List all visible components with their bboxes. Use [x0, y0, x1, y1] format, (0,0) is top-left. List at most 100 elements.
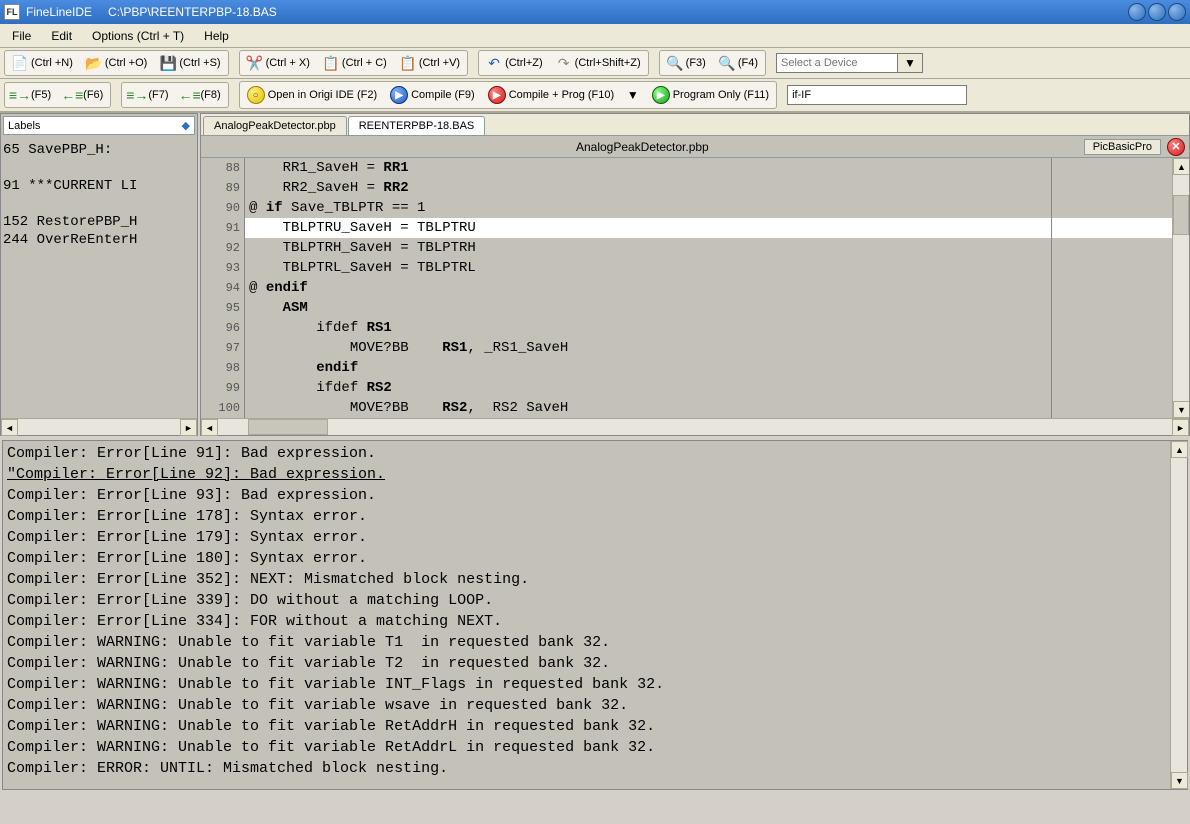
indent-right-f5[interactable]: ≡→(F5): [6, 84, 57, 106]
device-select[interactable]: ▼: [776, 53, 923, 73]
tab-analogpeak[interactable]: AnalogPeakDetector.pbp: [203, 116, 347, 135]
label-item[interactable]: 65 SavePBP_H:: [3, 141, 195, 159]
window-controls: [1128, 3, 1186, 21]
output-line[interactable]: Compiler: Error[Line 339]: DO without a …: [7, 590, 1166, 611]
code-line[interactable]: ASM: [245, 298, 1172, 318]
code-line[interactable]: TBLPTRU_SaveH = TBLPTRU: [245, 218, 1172, 238]
find-button[interactable]: 🔍(F3): [661, 52, 712, 74]
output-line[interactable]: "Compiler: Error[Line 92]: Bad expressio…: [7, 464, 1166, 485]
code-line[interactable]: TBLPTRH_SaveH = TBLPTRH: [245, 238, 1172, 258]
output-line[interactable]: Compiler: Error[Line 334]: FOR without a…: [7, 611, 1166, 632]
tab-reenterpbp[interactable]: REENTERPBP-18.BAS: [348, 116, 486, 135]
scroll-down-icon[interactable]: ▼: [1171, 772, 1188, 789]
menu-help[interactable]: Help: [196, 26, 237, 46]
code-line[interactable]: ifdef RS1: [245, 318, 1172, 338]
copy-button[interactable]: 📋(Ctrl + C): [317, 52, 393, 74]
paste-icon: 📋: [400, 55, 416, 71]
app-icon: FL: [4, 4, 20, 20]
label-item[interactable]: [3, 195, 195, 213]
open-button[interactable]: 📂(Ctrl +O): [80, 52, 153, 74]
label-item[interactable]: [3, 159, 195, 177]
editor-hscroll[interactable]: ◄ ►: [201, 418, 1189, 435]
uncomment-f8[interactable]: ←≡(F8): [176, 84, 227, 106]
output-body[interactable]: Compiler: Error[Line 91]: Bad expression…: [3, 441, 1170, 789]
code-line[interactable]: RR1_SaveH = RR1: [245, 158, 1172, 178]
editor-vscroll[interactable]: ▲ ▼: [1172, 158, 1189, 418]
scroll-up-icon[interactable]: ▲: [1171, 441, 1188, 458]
output-line[interactable]: Compiler: WARNING: Unable to fit variabl…: [7, 632, 1166, 653]
indent-left-f6[interactable]: ←≡(F6): [58, 84, 109, 106]
label-item[interactable]: 244 OverReEnterH: [3, 231, 195, 249]
output-line[interactable]: Compiler: Error[Line 93]: Bad expression…: [7, 485, 1166, 506]
maximize-button[interactable]: [1148, 3, 1166, 21]
scroll-left-icon[interactable]: ◄: [1, 419, 18, 436]
output-line[interactable]: Compiler: WARNING: Unable to fit variabl…: [7, 674, 1166, 695]
code-line[interactable]: @ if Save_TBLPTR == 1: [245, 198, 1172, 218]
app-name: FineLineIDE: [26, 5, 92, 19]
output-line[interactable]: Compiler: WARNING: Unable to fit variabl…: [7, 695, 1166, 716]
output-line[interactable]: Compiler: WARNING: Unable to fit variabl…: [7, 737, 1166, 758]
minimize-button[interactable]: [1128, 3, 1146, 21]
scroll-up-icon[interactable]: ▲: [1173, 158, 1189, 175]
label-item[interactable]: 152 RestorePBP_H: [3, 213, 195, 231]
output-line[interactable]: Compiler: ERROR: UNTIL: Mismatched block…: [7, 758, 1166, 779]
file-path: C:\PBP\REENTERPBP-18.BAS: [108, 5, 277, 19]
output-line[interactable]: Compiler: WARNING: Unable to fit variabl…: [7, 716, 1166, 737]
code-line[interactable]: @ endif: [245, 278, 1172, 298]
vscroll-thumb[interactable]: [1173, 195, 1189, 235]
chevron-down-icon[interactable]: ▼: [627, 88, 639, 102]
cut-button[interactable]: ✂️(Ctrl + X): [241, 52, 316, 74]
save-button[interactable]: 💾(Ctrl +S): [154, 52, 226, 74]
redo-button[interactable]: ↷(Ctrl+Shift+Z): [550, 52, 647, 74]
outdent-icon: ←≡: [64, 87, 80, 103]
scroll-left-icon[interactable]: ◄: [201, 419, 218, 436]
labels-list[interactable]: 65 SavePBP_H: 91 ***CURRENT LI 152 Resto…: [1, 137, 197, 418]
menu-edit[interactable]: Edit: [43, 26, 80, 46]
undo-icon: ↶: [486, 55, 502, 71]
output-line[interactable]: Compiler: Error[Line 352]: NEXT: Mismatc…: [7, 569, 1166, 590]
hscroll-thumb[interactable]: [248, 419, 328, 435]
paste-button[interactable]: 📋(Ctrl +V): [394, 52, 466, 74]
scroll-right-icon[interactable]: ►: [1172, 419, 1189, 436]
undo-button[interactable]: ↶(Ctrl+Z): [480, 52, 549, 74]
labels-dropdown-icon[interactable]: ◆: [182, 119, 190, 132]
output-panel: Compiler: Error[Line 91]: Bad expression…: [2, 440, 1188, 790]
code-line[interactable]: RR2_SaveH = RR2: [245, 178, 1172, 198]
menu-file[interactable]: File: [4, 26, 39, 46]
code-line[interactable]: TBLPTRL_SaveH = TBLPTRL: [245, 258, 1172, 278]
code-line[interactable]: MOVE?BB RS2, RS2 SaveH: [245, 398, 1172, 418]
scroll-right-icon[interactable]: ►: [180, 419, 197, 436]
labels-header[interactable]: Labels ◆: [3, 116, 195, 135]
close-tab-button[interactable]: ✕: [1167, 138, 1185, 156]
open-origi-button[interactable]: ○Open in Origi IDE (F2): [241, 83, 383, 107]
device-input[interactable]: [777, 55, 897, 71]
save-icon: 💾: [160, 55, 176, 71]
language-badge[interactable]: PicBasicPro: [1084, 139, 1161, 155]
output-line[interactable]: Compiler: WARNING: Unable to fit variabl…: [7, 653, 1166, 674]
labels-hscroll[interactable]: ◄ ►: [1, 418, 197, 435]
new-file-icon: 📄: [12, 55, 28, 71]
output-line[interactable]: Compiler: Error[Line 180]: Syntax error.: [7, 548, 1166, 569]
output-line[interactable]: Compiler: Error[Line 178]: Syntax error.: [7, 506, 1166, 527]
menu-options[interactable]: Options (Ctrl + T): [84, 26, 192, 46]
device-dropdown-icon[interactable]: ▼: [897, 54, 922, 72]
label-item[interactable]: 91 ***CURRENT LI: [3, 177, 195, 195]
find-next-button[interactable]: 🔍(F4): [713, 52, 764, 74]
output-line[interactable]: Compiler: Error[Line 179]: Syntax error.: [7, 527, 1166, 548]
code-line[interactable]: endif: [245, 358, 1172, 378]
program-only-button[interactable]: ▶Program Only (F11): [646, 83, 775, 107]
scroll-down-icon[interactable]: ▼: [1173, 401, 1189, 418]
compile-prog-button[interactable]: ▶Compile + Prog (F10) ▼: [482, 83, 645, 107]
compile-icon: ▶: [390, 86, 408, 104]
code-body[interactable]: RR1_SaveH = RR1 RR2_SaveH = RR2@ if Save…: [245, 158, 1172, 418]
compile-button[interactable]: ▶Compile (F9): [384, 83, 481, 107]
if-field[interactable]: [787, 85, 967, 105]
output-line[interactable]: Compiler: Error[Line 91]: Bad expression…: [7, 443, 1166, 464]
code-line[interactable]: MOVE?BB RS1, _RS1_SaveH: [245, 338, 1172, 358]
close-window-button[interactable]: [1168, 3, 1186, 21]
output-vscroll[interactable]: ▲ ▼: [1170, 441, 1187, 789]
code-editor[interactable]: 888990919293949596979899100 RR1_SaveH = …: [201, 158, 1189, 418]
new-button[interactable]: 📄(Ctrl +N): [6, 52, 79, 74]
comment-f7[interactable]: ≡→(F7): [123, 84, 174, 106]
code-line[interactable]: ifdef RS2: [245, 378, 1172, 398]
